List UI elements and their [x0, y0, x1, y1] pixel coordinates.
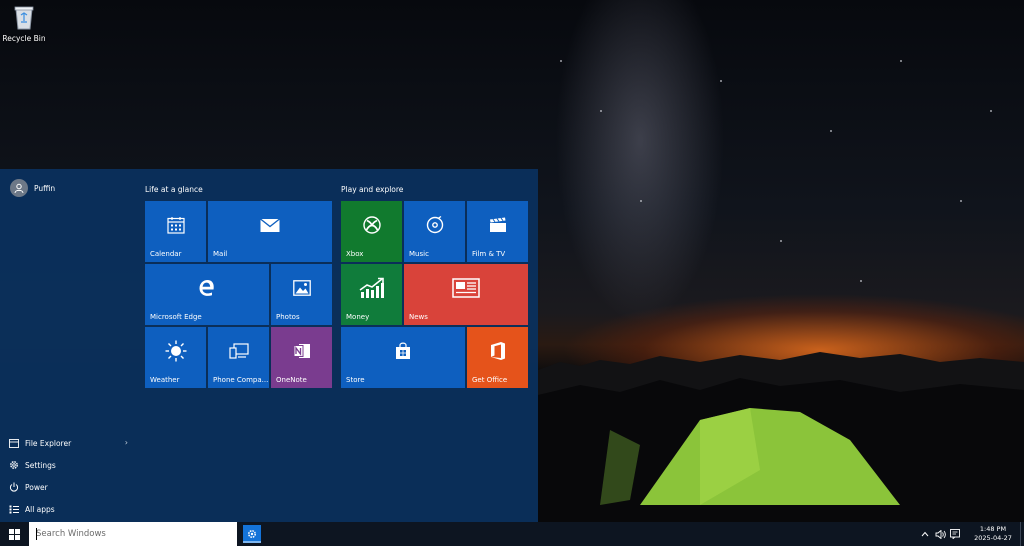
- tile-music-label: Music: [409, 250, 429, 258]
- chevron-right-icon[interactable]: ›: [125, 438, 128, 447]
- calendar-icon: [166, 216, 185, 238]
- tile-news-label: News: [409, 313, 428, 321]
- tile-phone-companion[interactable]: Phone Compa...: [208, 327, 269, 388]
- speaker-icon[interactable]: [933, 522, 947, 546]
- tile-store[interactable]: Store: [341, 327, 465, 388]
- group-title-life-at-a-glance: Life at a glance: [145, 185, 203, 194]
- tile-photos[interactable]: Photos: [271, 264, 332, 325]
- tile-news[interactable]: News: [404, 264, 528, 325]
- text-caret: [36, 528, 37, 540]
- tile-mail[interactable]: Mail: [208, 201, 332, 262]
- tile-onenote[interactable]: OneNote: [271, 327, 332, 388]
- search-input[interactable]: [29, 522, 237, 546]
- power-label: Power: [25, 482, 48, 492]
- tile-photos-label: Photos: [276, 313, 300, 321]
- gear-icon: [247, 524, 257, 543]
- clock[interactable]: 1:48 PM 2025-04-27: [968, 525, 1018, 543]
- tile-microsoft-edge[interactable]: Microsoft Edge: [145, 264, 269, 325]
- group-title-play-and-explore: Play and explore: [341, 185, 404, 194]
- notifications-icon[interactable]: [948, 522, 962, 546]
- tile-film-tv-label: Film & TV: [472, 250, 506, 258]
- taskbar: 1:48 PM 2025-04-27: [0, 522, 1024, 546]
- list-icon: [9, 504, 19, 514]
- newspaper-icon: [452, 277, 480, 302]
- power-link[interactable]: Power: [0, 476, 138, 498]
- tile-onenote-label: OneNote: [276, 376, 307, 384]
- tile-microsoft-edge-label: Microsoft Edge: [150, 313, 202, 321]
- system-tray: 1:48 PM 2025-04-27: [917, 522, 1024, 546]
- onenote-icon: [293, 342, 311, 364]
- start-menu: Puffin File Explorer › Settings Power Al…: [0, 169, 538, 522]
- phone-companion-icon: [228, 343, 249, 363]
- tile-weather-label: Weather: [150, 376, 180, 384]
- chevron-up-icon[interactable]: [918, 522, 932, 546]
- user-name: Puffin: [34, 183, 56, 193]
- chart-up-icon: [359, 277, 385, 303]
- windows-logo-icon: [9, 525, 20, 544]
- tile-store-label: Store: [346, 376, 365, 384]
- recycle-bin-icon: [13, 4, 35, 30]
- start-menu-links: File Explorer › Settings Power All apps: [0, 432, 138, 520]
- settings-link[interactable]: Settings: [0, 454, 138, 476]
- shopping-bag-icon: [395, 342, 411, 364]
- tile-music[interactable]: Music: [404, 201, 465, 262]
- file-explorer-label: File Explorer: [25, 438, 72, 448]
- tile-xbox[interactable]: Xbox: [341, 201, 402, 262]
- tile-calendar-label: Calendar: [150, 250, 182, 258]
- settings-label: Settings: [25, 460, 56, 470]
- show-desktop-button[interactable]: [1020, 522, 1024, 546]
- tile-film-tv[interactable]: Film & TV: [467, 201, 528, 262]
- tile-weather[interactable]: Weather: [145, 327, 206, 388]
- edge-icon: [198, 279, 216, 301]
- user-avatar-icon: [10, 179, 28, 197]
- sun-icon: [165, 340, 187, 366]
- clock-time: 1:48 PM: [979, 525, 1007, 533]
- start-button[interactable]: [0, 522, 29, 546]
- tile-get-office[interactable]: Get Office: [467, 327, 528, 388]
- tile-xbox-label: Xbox: [346, 250, 364, 258]
- power-icon: [9, 482, 19, 492]
- gear-icon: [9, 460, 19, 470]
- start-menu-left-column: Puffin File Explorer › Settings Power Al…: [0, 169, 138, 522]
- mail-icon: [260, 217, 280, 236]
- tile-phone-companion-label: Phone Compa...: [213, 376, 269, 384]
- all-apps-label: All apps: [25, 504, 55, 514]
- file-explorer-link[interactable]: File Explorer ›: [0, 432, 138, 454]
- tile-mail-label: Mail: [213, 250, 228, 258]
- tile-calendar[interactable]: Calendar: [145, 201, 206, 262]
- taskbar-settings-app[interactable]: [243, 525, 261, 543]
- music-disc-icon: [426, 215, 444, 238]
- clapperboard-icon: [489, 217, 507, 237]
- office-icon: [489, 341, 507, 365]
- tile-get-office-label: Get Office: [472, 376, 508, 384]
- recycle-bin-label: Recycle Bin: [2, 34, 46, 43]
- tile-money-label: Money: [346, 313, 370, 321]
- xbox-icon: [362, 215, 381, 238]
- clock-date: 2025-04-27: [974, 534, 1012, 542]
- recycle-bin-shortcut[interactable]: Recycle Bin: [2, 4, 46, 43]
- photos-icon: [292, 279, 311, 300]
- all-apps-link[interactable]: All apps: [0, 498, 138, 520]
- tile-money[interactable]: Money: [341, 264, 402, 325]
- user-account[interactable]: Puffin: [10, 179, 55, 197]
- folder-icon: [9, 438, 19, 448]
